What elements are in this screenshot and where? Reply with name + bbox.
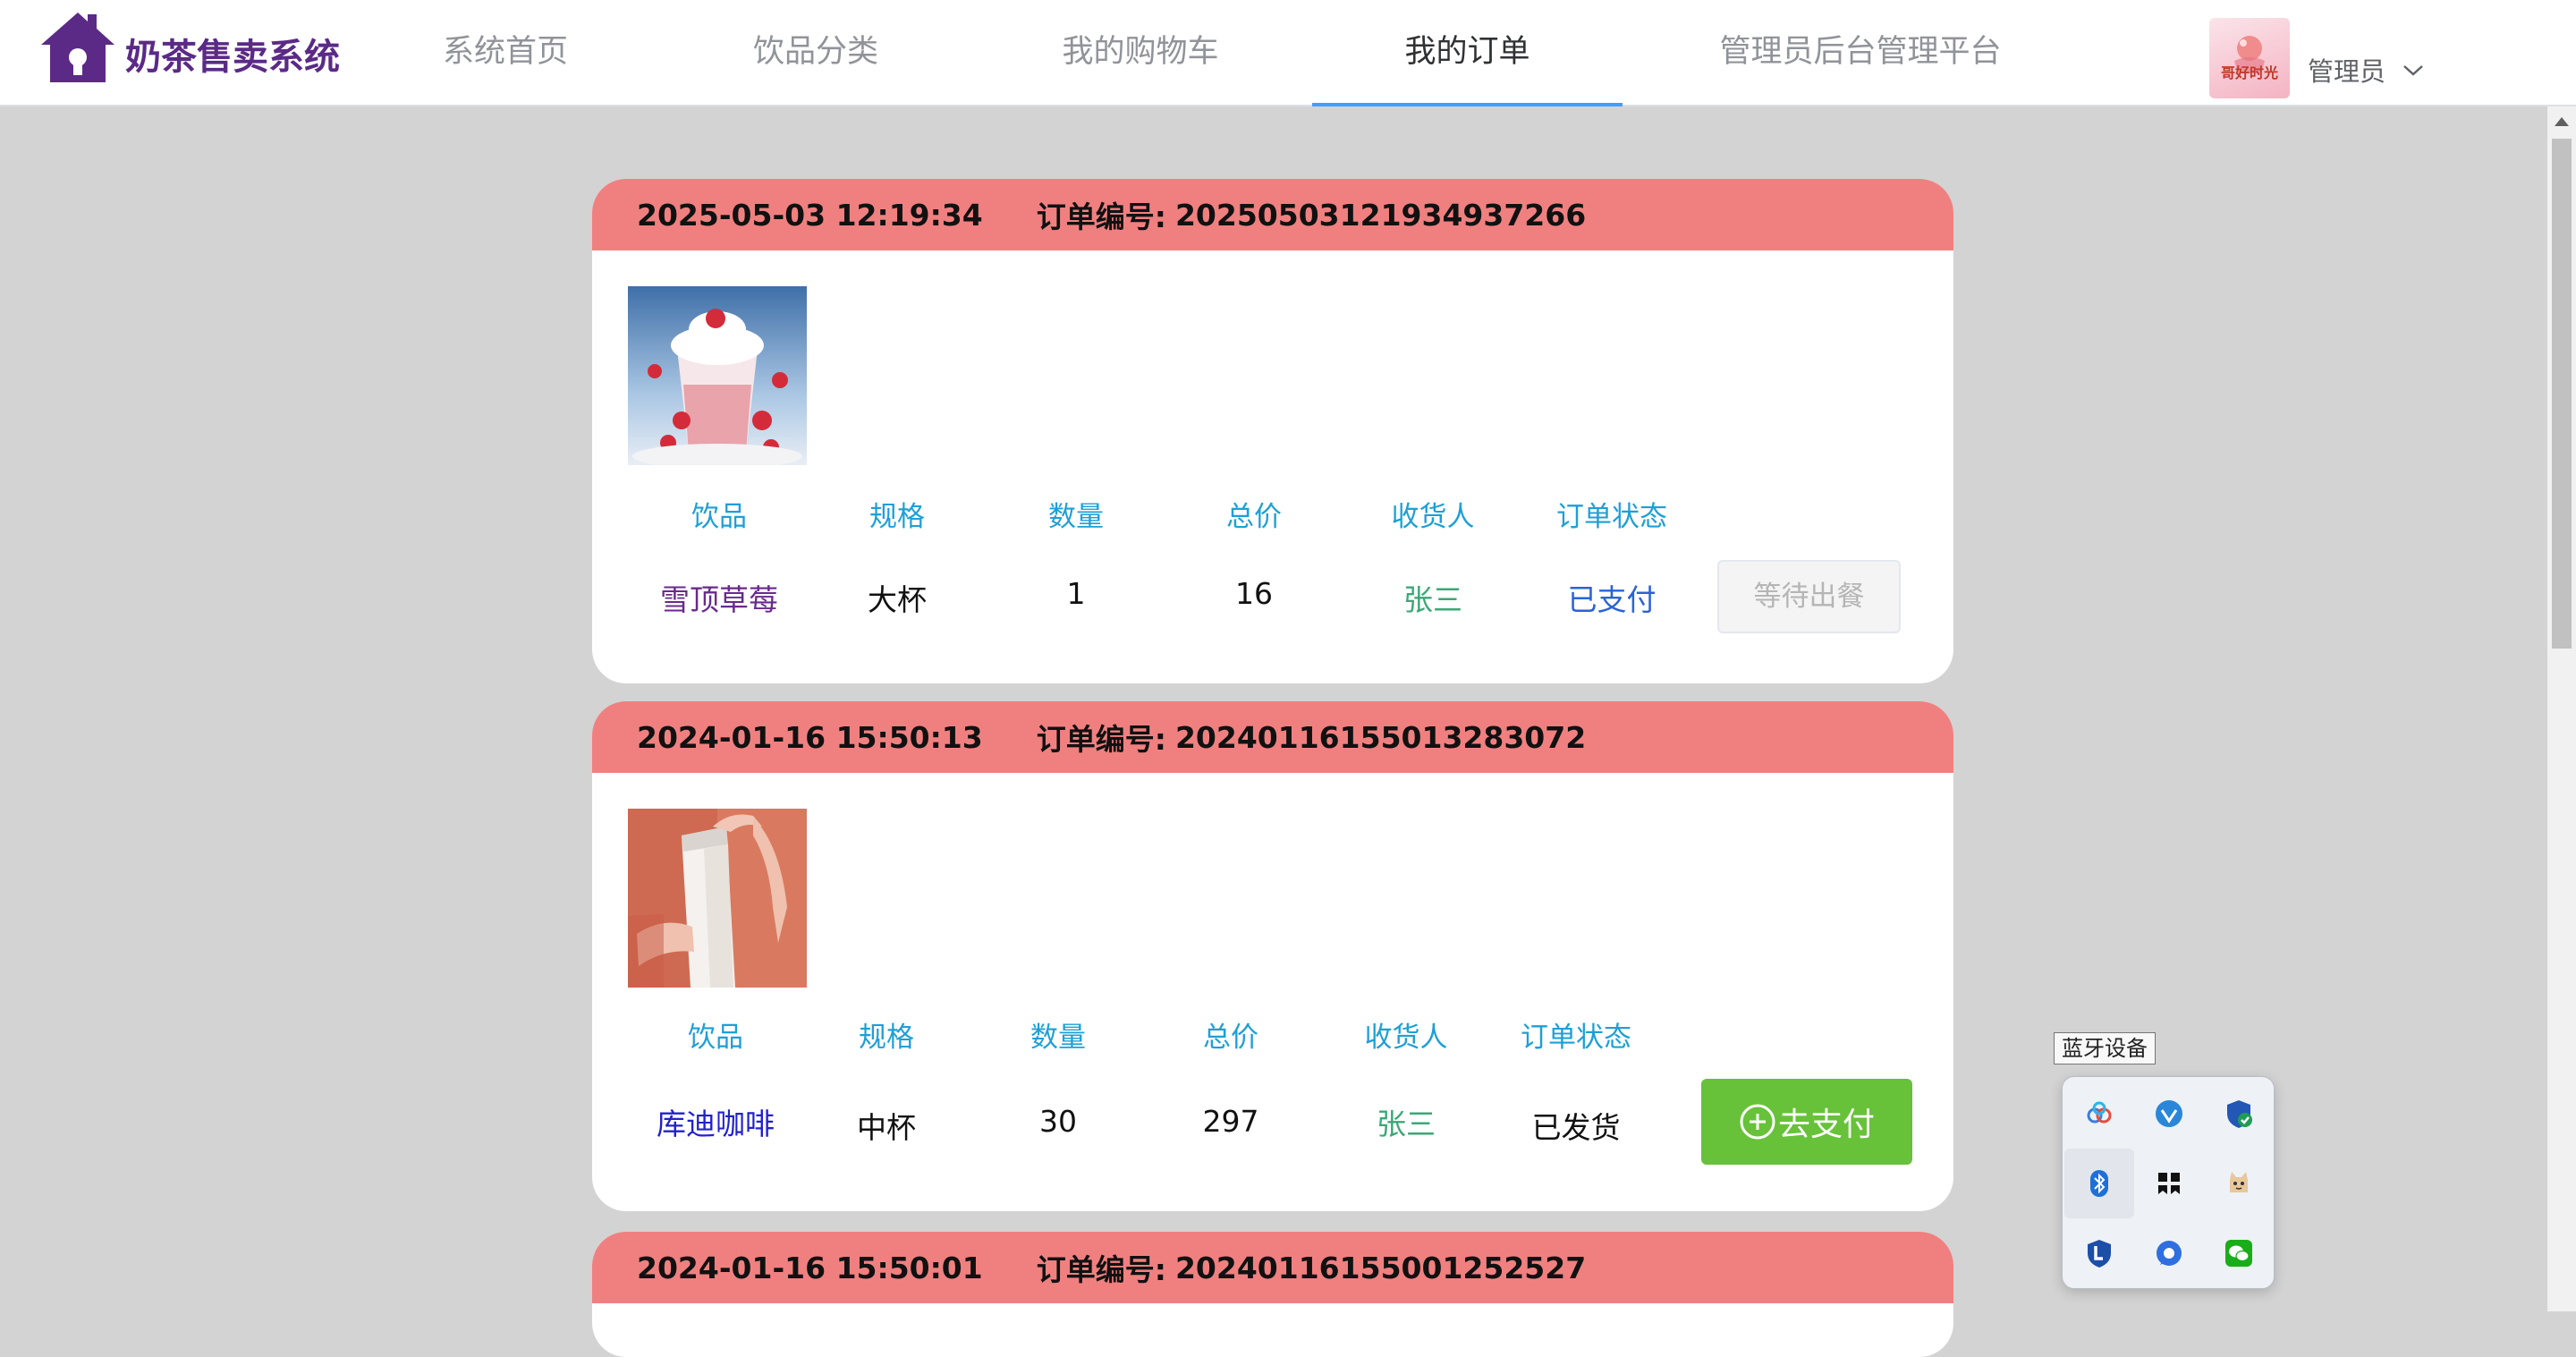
pay-button[interactable]: 去支付 (1701, 1079, 1912, 1165)
user-menu[interactable]: 哥好时光 管理员 (2209, 18, 2425, 98)
baidu-netdisk-icon[interactable] (2064, 1079, 2134, 1149)
add-circle-icon (1740, 1104, 1775, 1140)
column-header-qty: 数量 (1048, 501, 1104, 533)
order-sn: 20240116155001252527 (1174, 1250, 1587, 1285)
order-header: 2024-01-16 15:50:13 订单编号: 20240116155013… (592, 701, 1953, 773)
order-header: 2025-05-03 12:19:34 订单编号: 20250503121934… (592, 179, 1953, 250)
order-sn-label: 订单编号: (1036, 1252, 1166, 1287)
order-card: 2024-01-16 15:50:01 订单编号: 20240116155001… (592, 1232, 1953, 1357)
logo-text: 奶茶售卖系统 (125, 37, 340, 78)
waiting-button[interactable]: 等待出餐 (1717, 560, 1901, 633)
cat-icon[interactable] (2204, 1149, 2274, 1218)
order-drink-name[interactable]: 雪顶草莓 (630, 576, 809, 619)
defender-icon[interactable] (2064, 1218, 2134, 1288)
scrollbar[interactable] (2547, 106, 2576, 1311)
column-header-qty: 数量 (1030, 1022, 1086, 1054)
avatar-text: 哥好时光 (2220, 64, 2278, 81)
product-image (628, 286, 807, 465)
bubble-icon[interactable] (2134, 1218, 2204, 1288)
avatar[interactable]: 哥好时光 (2209, 18, 2290, 98)
order-sn: 20250503121934937266 (1174, 197, 1587, 233)
order-spec: 大杯 (868, 582, 927, 617)
order-header: 2024-01-16 15:50:01 订单编号: 20240116155001… (592, 1232, 1953, 1303)
order-qty: 1 (1066, 576, 1086, 611)
column-header-receiver: 收货人 (1391, 501, 1475, 533)
column-header-status: 订单状态 (1556, 501, 1667, 533)
security-shield-icon[interactable] (2204, 1079, 2274, 1149)
order-sn: 20240116155013283072 (1174, 719, 1587, 755)
product-image (628, 809, 807, 988)
order-total: 16 (1235, 576, 1273, 611)
tray-tooltip: 蓝牙设备 (2054, 1032, 2156, 1064)
scrollbar-thumb[interactable] (2552, 139, 2572, 649)
order-sn-label: 订单编号: (1036, 722, 1166, 757)
order-time: 2024-01-16 15:50:13 (637, 719, 983, 755)
nav-drink-categories[interactable]: 饮品分类 (686, 0, 945, 105)
column-header-drink: 饮品 (688, 1022, 743, 1054)
nav-shopping-cart[interactable]: 我的购物车 (1011, 0, 1270, 105)
order-total: 297 (1202, 1104, 1259, 1139)
top-navbar: 奶茶售卖系统 系统首页 饮品分类 我的购物车 我的订单 管理员后台管理平台 哥好… (0, 0, 2576, 106)
bluetooth-icon[interactable] (2064, 1149, 2134, 1218)
column-header-total: 总价 (1226, 501, 1282, 533)
order-card: 2025-05-03 12:19:34 订单编号: 20250503121934… (592, 179, 1953, 683)
logo[interactable]: 奶茶售卖系统 (38, 9, 340, 86)
order-status: 已支付 (1567, 582, 1657, 617)
order-qty: 30 (1039, 1104, 1077, 1139)
tray-overflow-panel (2062, 1076, 2275, 1289)
vpn-shield-icon[interactable] (2134, 1079, 2204, 1149)
order-time: 2024-01-16 15:50:01 (637, 1250, 983, 1285)
order-spec: 中杯 (857, 1110, 916, 1145)
nav-admin-platform[interactable]: 管理员后台管理平台 (1682, 0, 2039, 105)
nav-my-orders[interactable]: 我的订单 (1312, 0, 1623, 106)
chevron-down-icon (2403, 65, 2423, 76)
nav-home[interactable]: 系统首页 (376, 0, 635, 105)
avatar-image (2234, 36, 2265, 73)
column-header-spec: 规格 (869, 501, 925, 533)
column-header-status: 订单状态 (1521, 1022, 1631, 1054)
order-receiver: 张三 (1377, 1107, 1436, 1141)
order-receiver: 张三 (1403, 582, 1462, 617)
order-time: 2025-05-03 12:19:34 (637, 197, 983, 233)
pay-button-label: 去支付 (1777, 1107, 1875, 1143)
order-card: 2024-01-16 15:50:13 订单编号: 20240116155013… (592, 701, 1953, 1211)
wechat-icon[interactable] (2204, 1218, 2274, 1288)
user-name: 管理员 (2308, 56, 2386, 87)
order-drink-name[interactable]: 库迪咖啡 (626, 1100, 805, 1143)
column-header-drink: 饮品 (691, 501, 747, 533)
app-logo-icon[interactable] (2134, 1149, 2204, 1218)
column-header-spec: 规格 (859, 1022, 914, 1054)
column-header-total: 总价 (1203, 1022, 1258, 1054)
scroll-up-arrow-icon[interactable] (2555, 117, 2569, 126)
house-icon (41, 13, 114, 82)
order-status: 已发货 (1531, 1110, 1621, 1145)
column-header-receiver: 收货人 (1364, 1022, 1448, 1054)
order-sn-label: 订单编号: (1036, 199, 1166, 234)
